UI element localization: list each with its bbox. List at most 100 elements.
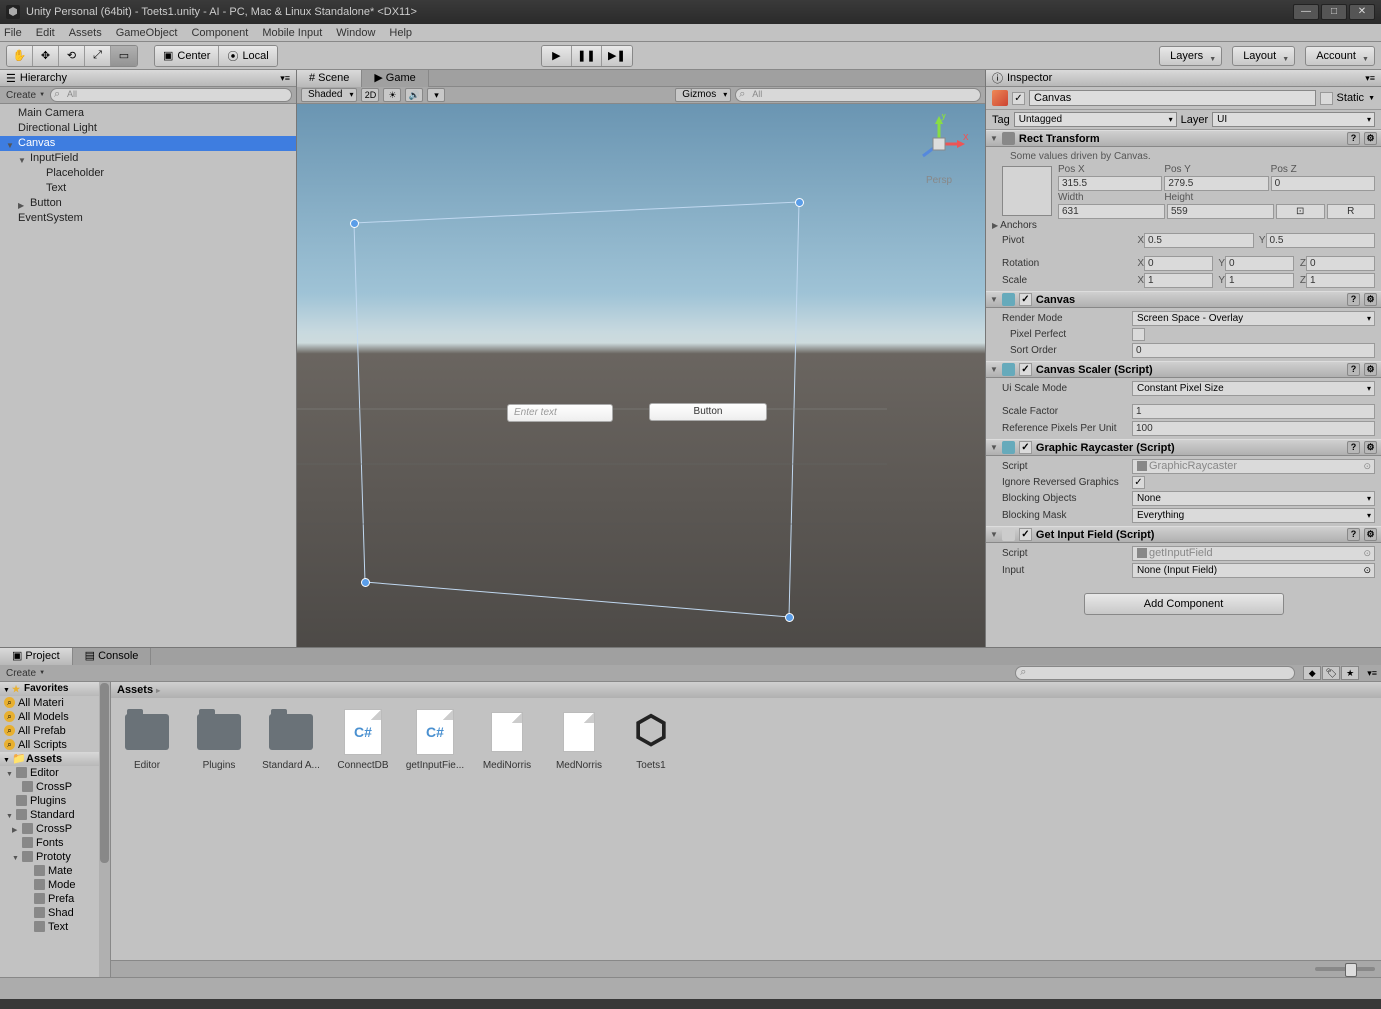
maximize-button[interactable]: □: [1321, 4, 1347, 20]
fold-icon[interactable]: ▼: [12, 852, 19, 864]
blocking-objects-dropdown[interactable]: None: [1132, 491, 1375, 506]
help-icon[interactable]: ?: [1347, 528, 1360, 541]
sort-order-input[interactable]: 0: [1132, 343, 1375, 358]
search-by-type-button[interactable]: ◆: [1303, 666, 1321, 680]
tree-item[interactable]: ⌕All Models: [0, 710, 110, 724]
asset-folder[interactable]: Plugins: [193, 708, 245, 771]
fold-icon[interactable]: ▼: [990, 134, 998, 143]
scrollbar[interactable]: [99, 682, 110, 977]
rotate-tool-button[interactable]: ⟲: [59, 46, 85, 66]
play-button[interactable]: ▶: [542, 46, 572, 66]
hierarchy-tab[interactable]: ☰ Hierarchy ▾≡: [0, 70, 296, 87]
tree-item[interactable]: CrossP: [0, 780, 110, 794]
active-checkbox[interactable]: [1012, 92, 1025, 105]
rect-handle[interactable]: [361, 578, 370, 587]
panel-menu-icon[interactable]: ▾≡: [280, 73, 290, 84]
tree-item[interactable]: ⌕All Materi: [0, 696, 110, 710]
assets-section[interactable]: 📁Assets: [0, 752, 110, 766]
menu-help[interactable]: Help: [389, 27, 412, 39]
project-search-input[interactable]: [1015, 666, 1295, 680]
panel-menu-icon[interactable]: ▾≡: [1365, 73, 1375, 84]
scale-tool-button[interactable]: ⤢: [85, 46, 111, 66]
raycaster-enabled-checkbox[interactable]: [1019, 441, 1032, 454]
hierarchy-item[interactable]: EventSystem: [0, 211, 296, 226]
orientation-gizmo[interactable]: y x Persp: [909, 114, 969, 174]
add-component-button[interactable]: Add Component: [1084, 593, 1284, 615]
scrollbar-thumb[interactable]: [100, 683, 109, 863]
asset-file[interactable]: MedNorris: [553, 708, 605, 771]
menu-mobileinput[interactable]: Mobile Input: [262, 27, 322, 39]
fold-icon[interactable]: ▼: [6, 768, 13, 780]
canvas-component-header[interactable]: ▼ Canvas ? ⚙: [986, 291, 1381, 308]
rot-x-input[interactable]: 0: [1144, 256, 1213, 271]
menu-assets[interactable]: Assets: [69, 27, 102, 39]
help-icon[interactable]: ?: [1347, 441, 1360, 454]
render-mode-dropdown[interactable]: Screen Space - Overlay: [1132, 311, 1375, 326]
fold-icon[interactable]: ▶: [992, 221, 998, 230]
gear-icon[interactable]: ⚙: [1364, 528, 1377, 541]
tree-item[interactable]: ▶CrossP: [0, 822, 110, 836]
hand-tool-button[interactable]: ✋: [7, 46, 33, 66]
gear-icon[interactable]: ⚙: [1364, 441, 1377, 454]
layout-dropdown[interactable]: Layout: [1232, 46, 1295, 66]
panel-menu-icon[interactable]: ▾≡: [1367, 668, 1377, 679]
raycaster-header[interactable]: ▼ Graphic Raycaster (Script) ? ⚙: [986, 439, 1381, 456]
ref-pixels-input[interactable]: 100: [1132, 421, 1375, 436]
hierarchy-list[interactable]: Main Camera Directional Light ▼Canvas ▼I…: [0, 104, 296, 647]
tree-item[interactable]: Plugins: [0, 794, 110, 808]
fx-toggle-button[interactable]: ▾: [427, 88, 445, 102]
canvas-scaler-header[interactable]: ▼ Canvas Scaler (Script) ? ⚙: [986, 361, 1381, 378]
tree-item[interactable]: Shad: [0, 906, 110, 920]
blocking-mask-dropdown[interactable]: Everything: [1132, 508, 1375, 523]
scene-inputfield-object[interactable]: Enter text: [507, 404, 613, 422]
rect-handle[interactable]: [785, 613, 794, 622]
rot-y-input[interactable]: 0: [1225, 256, 1294, 271]
asset-folder[interactable]: Editor: [121, 708, 173, 771]
scene-tab[interactable]: #Scene: [297, 70, 362, 87]
posz-input[interactable]: 0: [1271, 176, 1375, 191]
zoom-slider[interactable]: [1315, 967, 1375, 971]
scale-mode-dropdown[interactable]: Constant Pixel Size: [1132, 381, 1375, 396]
shading-mode-dropdown[interactable]: Shaded: [301, 88, 357, 102]
scl-x-input[interactable]: 1: [1144, 273, 1213, 288]
help-icon[interactable]: ?: [1347, 363, 1360, 376]
script-field[interactable]: GraphicRaycaster: [1132, 459, 1375, 474]
close-button[interactable]: ✕: [1349, 4, 1375, 20]
rot-z-input[interactable]: 0: [1306, 256, 1375, 271]
inspector-tab[interactable]: ⓘ Inspector ▾≡: [986, 70, 1381, 87]
fold-icon[interactable]: ▶: [12, 824, 17, 836]
scl-z-input[interactable]: 1: [1306, 273, 1375, 288]
gear-icon[interactable]: ⚙: [1364, 293, 1377, 306]
hierarchy-item[interactable]: ▼InputField: [0, 151, 296, 166]
static-checkbox[interactable]: [1320, 92, 1333, 105]
hierarchy-search-input[interactable]: All: [50, 88, 292, 102]
fold-icon[interactable]: ▼: [6, 810, 13, 822]
help-icon[interactable]: ?: [1347, 132, 1360, 145]
pivot-center-button[interactable]: ▣ Center: [155, 46, 219, 66]
tree-item[interactable]: ⌕All Scripts: [0, 738, 110, 752]
script-field[interactable]: getInputField: [1132, 546, 1375, 561]
menu-window[interactable]: Window: [336, 27, 375, 39]
rect-handle[interactable]: [795, 198, 804, 207]
posy-input[interactable]: 279.5: [1164, 176, 1268, 191]
scene-search-input[interactable]: All: [735, 88, 981, 102]
scene-viewport[interactable]: Enter text Button y x Persp: [297, 104, 985, 647]
fold-icon[interactable]: ▼: [990, 365, 998, 374]
gameobject-name-input[interactable]: Canvas: [1029, 90, 1316, 106]
favorites-section[interactable]: Favorites: [0, 682, 110, 696]
asset-scene[interactable]: Toets1: [625, 708, 677, 771]
project-tab[interactable]: ▣Project: [0, 648, 73, 665]
hierarchy-item[interactable]: Text: [0, 181, 296, 196]
hierarchy-create-button[interactable]: Create: [4, 90, 46, 101]
asset-file[interactable]: MediNorris: [481, 708, 533, 771]
console-tab[interactable]: ▤Console: [73, 648, 152, 665]
hierarchy-item[interactable]: Placeholder: [0, 166, 296, 181]
tree-item[interactable]: Mate: [0, 864, 110, 878]
raw-edit-button[interactable]: R: [1327, 204, 1376, 219]
pivot-x-input[interactable]: 0.5: [1144, 233, 1254, 248]
fold-icon[interactable]: ▼: [990, 530, 998, 539]
tree-item[interactable]: Mode: [0, 878, 110, 892]
menu-gameobject[interactable]: GameObject: [116, 27, 178, 39]
project-tree[interactable]: Favorites ⌕All Materi ⌕All Models ⌕All P…: [0, 682, 111, 977]
scl-y-input[interactable]: 1: [1225, 273, 1294, 288]
